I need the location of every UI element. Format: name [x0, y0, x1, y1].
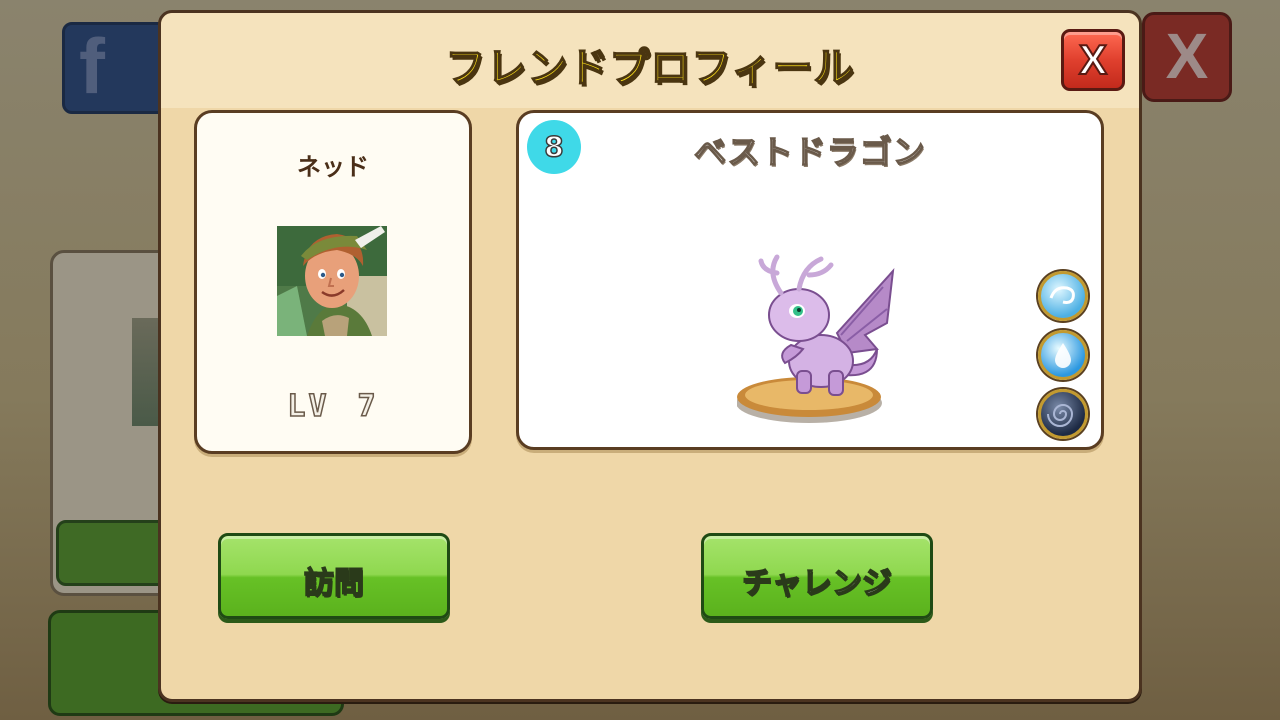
game-screen: f X フレンドプロフィール X ネッド LV 7 8 ベストドラゴン 訪問 チ…: [0, 0, 1280, 720]
dark-element-icon: [1038, 389, 1088, 439]
friend-name: ネッド: [297, 153, 369, 181]
friend-level: LV 7: [197, 388, 469, 425]
close-icon: X: [1078, 35, 1108, 84]
challenge-button-label: チャレンジ: [741, 565, 892, 602]
friend-portrait-icon: [277, 226, 387, 336]
best-dragon-title: ベストドラゴン: [693, 132, 926, 172]
facebook-icon: f: [79, 22, 105, 110]
dialog-title: フレンドプロフィール: [445, 44, 855, 92]
visit-button[interactable]: 訪問: [218, 533, 450, 619]
best-dragon-card: 8 ベストドラゴン: [516, 110, 1104, 450]
friend-level-prefix: LV: [287, 388, 330, 425]
water-element-icon: [1038, 330, 1088, 380]
challenge-button[interactable]: チャレンジ: [701, 533, 933, 619]
friend-level-value: 7: [357, 388, 379, 425]
background-close-button: X: [1142, 12, 1232, 102]
friend-profile-dialog: フレンドプロフィール X ネッド LV 7 8 ベストドラゴン 訪問 チャレンジ: [158, 10, 1142, 702]
visit-button-label: 訪問: [303, 565, 365, 602]
dragon-icon: [736, 253, 897, 428]
background-close-icon: X: [1165, 20, 1209, 92]
close-button[interactable]: X: [1061, 29, 1125, 91]
friend-card: ネッド LV 7: [194, 110, 472, 454]
wind-element-icon: [1038, 271, 1088, 321]
